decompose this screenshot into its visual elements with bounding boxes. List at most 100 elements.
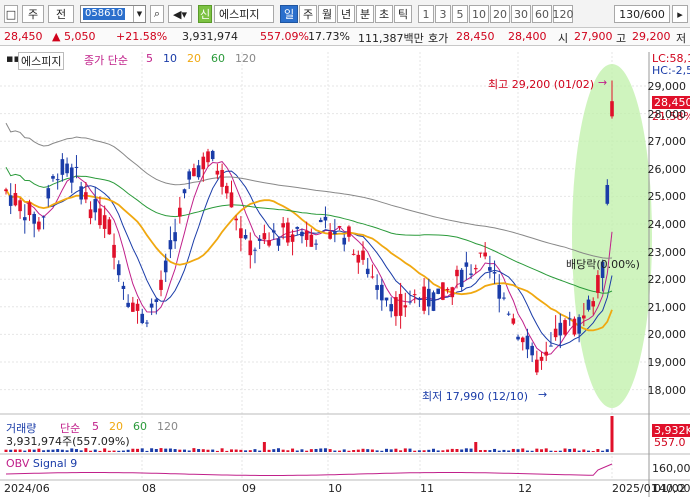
speaker-icon[interactable]: ◀▾ [168, 5, 192, 23]
candle-body [520, 337, 525, 343]
ma-legend-4: 120 [235, 52, 256, 65]
candle-body [563, 320, 567, 335]
volume-bar [229, 449, 233, 452]
candles [4, 80, 614, 376]
high-label: 고 [616, 32, 627, 45]
candle-body [314, 243, 318, 245]
chart-title: 에스피지 [18, 52, 65, 70]
period-tab-0[interactable]: 일 [280, 5, 298, 23]
candle-body [276, 238, 281, 246]
candle-body [492, 272, 497, 274]
interval-button-1[interactable]: 3 [435, 5, 451, 23]
candle-body [65, 163, 69, 174]
period-tab-3[interactable]: 년 [337, 5, 355, 23]
volume-bar [60, 449, 64, 452]
candle-body [121, 285, 126, 289]
volume-bar [23, 450, 27, 452]
interval-button-3[interactable]: 10 [469, 5, 489, 23]
interval-button-4[interactable]: 20 [490, 5, 510, 23]
interval-button-5[interactable]: 30 [511, 5, 531, 23]
candle-body [403, 305, 408, 308]
candle-body [304, 230, 309, 240]
volume-bar [469, 448, 473, 452]
candle-body [41, 216, 46, 218]
volume-bar [511, 448, 515, 452]
volume-bar [455, 449, 459, 452]
open-label: 시 [558, 32, 569, 45]
x-tick-label: 09 [242, 482, 256, 495]
volume-bar [568, 448, 572, 452]
interval-button-2[interactable]: 5 [452, 5, 468, 23]
search-icon[interactable]: ⌕ [150, 5, 164, 23]
candle-body [102, 215, 107, 229]
candle-body [408, 301, 412, 303]
dividend-annotation: 배당락(0.00%) [566, 258, 640, 271]
candle-body [112, 244, 116, 258]
candle-body [384, 297, 389, 301]
candle-body [69, 167, 74, 183]
low-annotation: 최저 17,990 (12/10) [422, 390, 529, 403]
volume-bar [112, 450, 116, 452]
volume-bar [380, 450, 384, 452]
candle-body [239, 228, 243, 239]
volume-bar [587, 450, 591, 452]
interval-button-7[interactable]: 120 [553, 5, 574, 23]
period-tab-5[interactable]: 초 [375, 5, 393, 23]
volume-bar [328, 449, 332, 452]
volume-bar [248, 450, 252, 452]
candle-body [539, 356, 544, 361]
candle-body [215, 170, 220, 175]
volume-bar [356, 449, 360, 452]
candle-body [544, 351, 549, 356]
volume-bar [370, 449, 374, 452]
volume-bar [173, 449, 177, 452]
volume-ma-legend-2: 60 [133, 420, 147, 433]
volume-bar [544, 448, 548, 452]
expand-icon[interactable]: ▸ [672, 5, 688, 23]
candle-body [126, 302, 130, 307]
volume-bar [488, 450, 492, 452]
bid-price: 28,450 [456, 30, 495, 43]
candle-body [300, 231, 304, 237]
obv-signal-label: Signal 9 [32, 457, 78, 470]
x-tick-label: 12 [518, 482, 532, 495]
candle-body [253, 249, 257, 251]
stock-code-input[interactable]: 058610 ▼ [80, 5, 146, 23]
volume-bar [121, 450, 125, 452]
interval-button-6[interactable]: 60 [532, 5, 552, 23]
period-tab-2[interactable]: 월 [318, 5, 336, 23]
company-badge[interactable]: 신 [198, 5, 212, 23]
trade-amount: 111,387백만 [358, 32, 424, 45]
volume-bar [530, 450, 534, 452]
volume-bar [225, 450, 229, 452]
bid-label: 호가 [428, 32, 449, 45]
candle-body [422, 286, 426, 311]
volume-bar [79, 450, 83, 452]
period-tab-6[interactable]: 틱 [394, 5, 412, 23]
period-tab-4[interactable]: 분 [356, 5, 374, 23]
volume-bar [314, 448, 318, 452]
candle-body [281, 223, 285, 228]
candle-body [426, 288, 431, 307]
interval-button-0[interactable]: 1 [418, 5, 434, 23]
period-dropdown[interactable]: 전 [48, 5, 74, 23]
volume-ma-legend-0: 5 [92, 420, 99, 433]
volume-bar [525, 450, 529, 452]
type-dropdown[interactable]: 주 [22, 5, 44, 23]
candle-body [173, 232, 177, 242]
period-tab-1[interactable]: 주 [299, 5, 317, 23]
candle-body [586, 299, 591, 310]
candle-body [572, 318, 577, 335]
volume-bar [558, 450, 562, 452]
chart-layout-icon[interactable]: □ [4, 5, 18, 23]
volume-bar [366, 449, 370, 452]
chevron-down-icon[interactable]: ▼ [133, 6, 145, 22]
volume-ma-legend-3: 120 [157, 420, 178, 433]
ask-price: 28,400 [508, 30, 547, 43]
volume-bar [93, 449, 97, 452]
candle-body [267, 240, 271, 246]
volume-bar [427, 449, 431, 452]
y-tick-label: 29,000 [647, 80, 687, 93]
volume-bar [582, 449, 586, 452]
x-tick-label: 11 [420, 482, 434, 495]
